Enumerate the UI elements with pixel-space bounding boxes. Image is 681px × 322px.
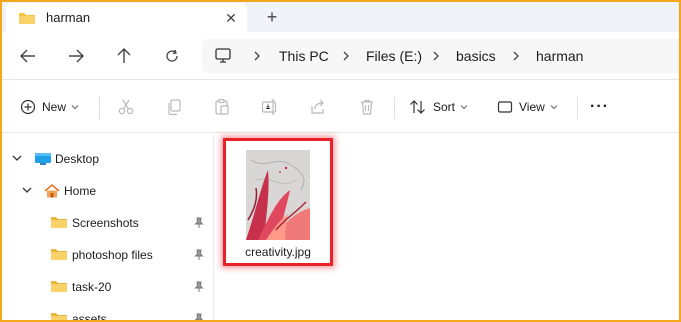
chevron-right-icon [433,51,439,61]
pin-icon[interactable] [194,217,204,229]
tab-harman[interactable]: harman ✕ [6,3,247,32]
address-bar[interactable]: This PC Files (E:) basics harman [202,39,679,73]
breadcrumb-files-e[interactable]: Files (E:) [366,48,422,64]
sidebar-item-desktop[interactable]: Desktop [2,146,212,172]
paste-icon[interactable] [213,95,231,119]
folder-icon [51,281,67,292]
copy-icon[interactable] [165,95,183,119]
file-item-creativity[interactable]: creativity.jpg [223,138,333,266]
file-list: creativity.jpg [215,134,679,320]
image-thumbnail[interactable] [246,150,310,240]
chevron-right-icon [513,51,519,61]
pin-icon[interactable] [194,249,204,261]
chevron-down-icon [460,105,468,110]
sidebar-item-label: Screenshots [72,216,139,230]
view-label: View [519,100,545,114]
sidebar-item-label: assets [72,312,107,320]
chevron-down-icon[interactable] [22,186,32,194]
home-icon [44,183,60,198]
sidebar-item-task-20[interactable]: task-20 [2,274,212,300]
up-arrow-icon[interactable] [113,45,135,67]
monitor-icon[interactable] [215,48,231,66]
chevron-down-icon [71,105,79,110]
back-arrow-icon[interactable] [17,45,39,67]
chevron-right-icon [343,51,349,61]
sort-button[interactable]: Sort [409,95,468,119]
desktop-icon [35,153,51,165]
pin-icon[interactable] [194,313,204,320]
sidebar-item-label: Home [64,184,97,198]
sidebar-item-label: photoshop files [72,248,153,262]
sidebar-item-label: task-20 [72,280,112,294]
close-tab-icon[interactable]: ✕ [222,9,240,27]
rename-icon[interactable] [261,95,279,119]
more-options-button[interactable]: ··· [590,95,609,119]
sort-label: Sort [433,100,456,114]
new-tab-button[interactable]: + [261,7,283,29]
pin-icon[interactable] [194,281,204,293]
folder-icon [51,217,67,228]
folder-icon [51,313,67,320]
sidebar-item-photoshop-files[interactable]: photoshop files [2,242,212,268]
breadcrumb-harman[interactable]: harman [536,48,583,64]
sidebar-item-label: Desktop [55,152,100,166]
sidebar-item-assets[interactable]: assets [2,306,212,320]
new-button[interactable]: New [20,95,79,119]
navigation-bar: This PC Files (E:) basics harman [2,32,679,80]
file-name: creativity.jpg [245,245,311,259]
share-icon[interactable] [309,95,327,119]
chevron-down-icon[interactable] [12,154,22,162]
view-button[interactable]: View [497,95,558,119]
refresh-icon[interactable] [161,45,183,67]
navigation-pane: Desktop Home Screenshots photoshop files… [2,134,214,320]
divider [99,97,100,119]
view-icon [497,101,513,113]
sort-icon [410,100,425,114]
breadcrumb-this-pc[interactable]: This PC [279,48,329,64]
folder-icon [18,11,36,28]
command-bar: New Sort View ··· [2,81,679,133]
sidebar-item-home[interactable]: Home [2,178,212,204]
chevron-down-icon [550,105,558,110]
breadcrumb-basics[interactable]: basics [456,48,496,64]
divider [577,97,578,119]
forward-arrow-icon[interactable] [65,45,87,67]
file-explorer-window: harman ✕ + This PC Files (E:) basics har… [2,2,679,320]
tab-strip: harman ✕ + [2,2,679,32]
plus-circle-icon [20,99,36,115]
sidebar-item-screenshots[interactable]: Screenshots [2,210,212,236]
chevron-right-icon [254,51,260,61]
cut-icon[interactable] [117,95,135,119]
divider [394,97,395,119]
delete-icon[interactable] [358,95,376,119]
tab-title: harman [46,10,91,25]
new-label: New [42,100,67,114]
folder-icon [51,249,67,260]
